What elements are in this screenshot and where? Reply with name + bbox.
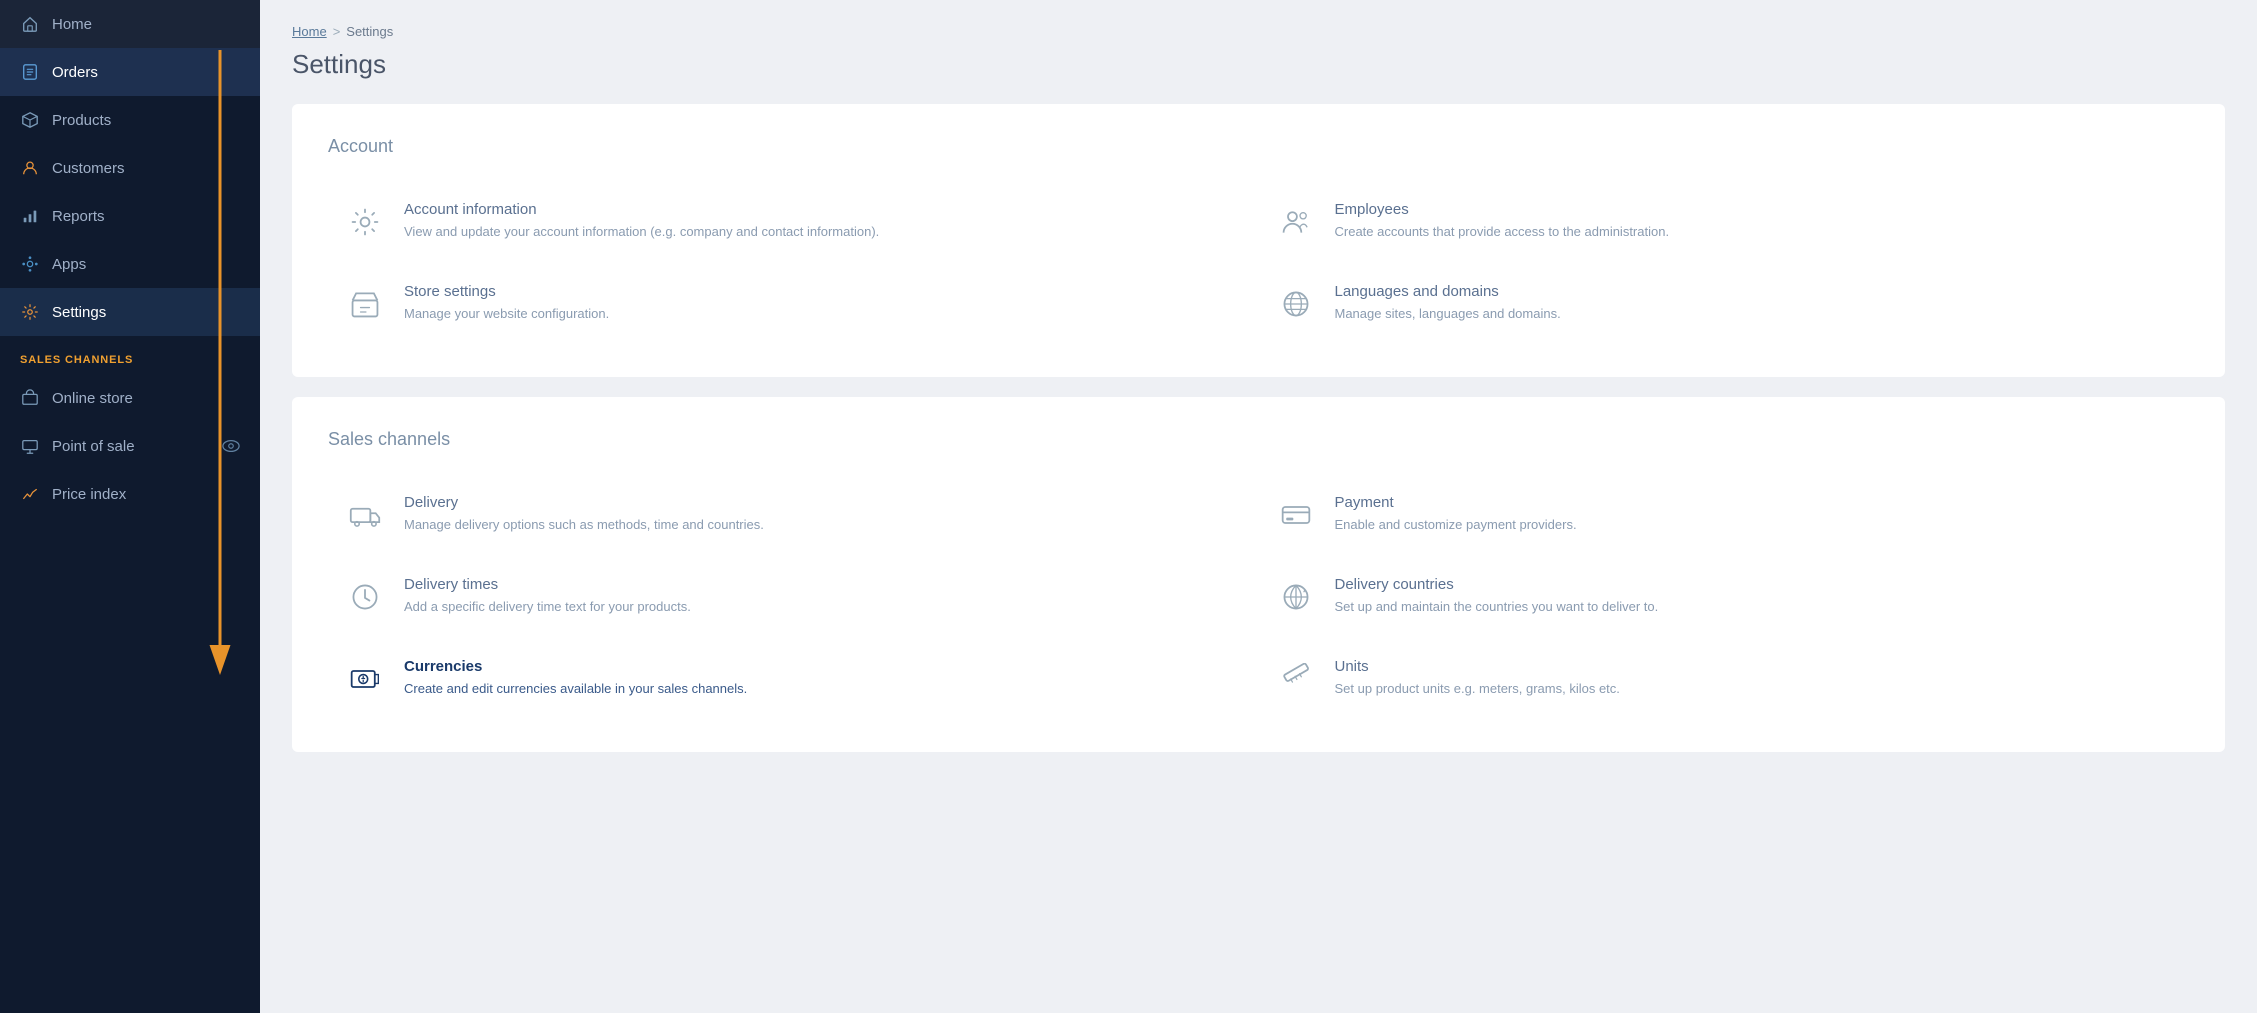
employees-item[interactable]: Employees Create accounts that provide a… <box>1259 181 2190 263</box>
delivery-countries-desc: Set up and maintain the countries you wa… <box>1335 597 1659 617</box>
employees-text: Employees Create accounts that provide a… <box>1335 201 1670 242</box>
store-settings-desc: Manage your website configuration. <box>404 304 609 324</box>
units-item[interactable]: Units Set up product units e.g. meters, … <box>1259 638 2190 720</box>
delivery-countries-text: Delivery countries Set up and maintain t… <box>1335 576 1659 617</box>
payment-text: Payment Enable and customize payment pro… <box>1335 494 1577 535</box>
breadcrumb: Home > Settings <box>292 24 2225 39</box>
account-settings-grid: Account information View and update your… <box>328 181 2189 345</box>
pos-icon <box>20 436 40 456</box>
breadcrumb-home[interactable]: Home <box>292 24 327 39</box>
sidebar-item-apps-label: Apps <box>52 256 86 273</box>
units-title: Units <box>1335 658 1620 675</box>
currencies-item[interactable]: Currencies Create and edit currencies av… <box>328 638 1259 720</box>
languages-domains-title: Languages and domains <box>1335 283 1561 300</box>
main-content: Home > Settings Settings Account Account… <box>260 0 2257 1013</box>
customers-icon <box>20 158 40 178</box>
employees-title: Employees <box>1335 201 1670 218</box>
sidebar-item-pos[interactable]: Point of sale <box>0 422 260 470</box>
sidebar-item-reports-label: Reports <box>52 208 105 225</box>
sidebar-item-online-store-label: Online store <box>52 390 133 407</box>
page-title: Settings <box>292 49 2225 80</box>
settings-icon <box>20 302 40 322</box>
account-info-text: Account information View and update your… <box>404 201 879 242</box>
breadcrumb-current: Settings <box>346 24 393 39</box>
sales-channels-card: Sales channels Delivery Manage delivery … <box>292 397 2225 752</box>
sidebar-item-customers[interactable]: Customers <box>0 144 260 192</box>
delivery-countries-title: Delivery countries <box>1335 576 1659 593</box>
sidebar-item-price-index-label: Price index <box>52 486 126 503</box>
delivery-text: Delivery Manage delivery options such as… <box>404 494 764 535</box>
eye-icon[interactable] <box>222 439 240 453</box>
languages-domains-item[interactable]: Languages and domains Manage sites, lang… <box>1259 263 2190 345</box>
gear-icon <box>344 201 386 243</box>
employees-desc: Create accounts that provide access to t… <box>1335 222 1670 242</box>
sales-channels-header: SALES CHANNELS <box>0 336 260 374</box>
currencies-icon <box>344 658 386 700</box>
payment-item[interactable]: Payment Enable and customize payment pro… <box>1259 474 2190 556</box>
sidebar-item-price-index[interactable]: Price index <box>0 470 260 518</box>
store-settings-text: Store settings Manage your website confi… <box>404 283 609 324</box>
languages-domains-text: Languages and domains Manage sites, lang… <box>1335 283 1561 324</box>
sidebar-item-customers-label: Customers <box>52 160 125 177</box>
clock-icon <box>344 576 386 618</box>
delivery-times-text: Delivery times Add a specific delivery t… <box>404 576 691 617</box>
sales-channels-section-title: Sales channels <box>328 429 2189 450</box>
orders-icon <box>20 62 40 82</box>
sidebar-item-products-label: Products <box>52 112 111 129</box>
globe-icon <box>1275 283 1317 325</box>
currencies-desc: Create and edit currencies available in … <box>404 679 747 699</box>
reports-icon <box>20 206 40 226</box>
price-index-icon <box>20 484 40 504</box>
delivery-times-item[interactable]: Delivery times Add a specific delivery t… <box>328 556 1259 638</box>
sidebar-item-orders[interactable]: Orders <box>0 48 260 96</box>
delivery-countries-item[interactable]: Delivery countries Set up and maintain t… <box>1259 556 2190 638</box>
account-info-title: Account information <box>404 201 879 218</box>
account-card: Account Account information View and upd… <box>292 104 2225 377</box>
languages-domains-desc: Manage sites, languages and domains. <box>1335 304 1561 324</box>
apps-icon <box>20 254 40 274</box>
sidebar-item-home-label: Home <box>52 16 92 33</box>
online-store-icon <box>20 388 40 408</box>
delivery-item[interactable]: Delivery Manage delivery options such as… <box>328 474 1259 556</box>
delivery-times-desc: Add a specific delivery time text for yo… <box>404 597 691 617</box>
store-settings-item[interactable]: Store settings Manage your website confi… <box>328 263 1259 345</box>
currencies-text: Currencies Create and edit currencies av… <box>404 658 747 699</box>
sidebar-item-products[interactable]: Products <box>0 96 260 144</box>
sidebar-item-reports[interactable]: Reports <box>0 192 260 240</box>
sidebar-item-apps[interactable]: Apps <box>0 240 260 288</box>
store-settings-icon <box>344 283 386 325</box>
sidebar-item-online-store[interactable]: Online store <box>0 374 260 422</box>
breadcrumb-separator: > <box>333 24 341 39</box>
sidebar: Home Orders Products Customers <box>0 0 260 1013</box>
ruler-icon <box>1275 658 1317 700</box>
units-text: Units Set up product units e.g. meters, … <box>1335 658 1620 699</box>
home-icon <box>20 14 40 34</box>
products-icon <box>20 110 40 130</box>
account-info-item[interactable]: Account information View and update your… <box>328 181 1259 263</box>
payment-title: Payment <box>1335 494 1577 511</box>
sidebar-item-settings[interactable]: Settings <box>0 288 260 336</box>
sidebar-item-settings-label: Settings <box>52 304 106 321</box>
delivery-times-title: Delivery times <box>404 576 691 593</box>
globe-delivery-icon <box>1275 576 1317 618</box>
store-settings-title: Store settings <box>404 283 609 300</box>
sales-channels-settings-grid: Delivery Manage delivery options such as… <box>328 474 2189 720</box>
units-desc: Set up product units e.g. meters, grams,… <box>1335 679 1620 699</box>
employees-icon <box>1275 201 1317 243</box>
payment-desc: Enable and customize payment providers. <box>1335 515 1577 535</box>
sidebar-item-orders-label: Orders <box>52 64 98 81</box>
account-info-desc: View and update your account information… <box>404 222 879 242</box>
delivery-icon <box>344 494 386 536</box>
currencies-title: Currencies <box>404 658 747 675</box>
sidebar-item-pos-label: Point of sale <box>52 438 135 455</box>
sidebar-item-home[interactable]: Home <box>0 0 260 48</box>
delivery-title: Delivery <box>404 494 764 511</box>
delivery-desc: Manage delivery options such as methods,… <box>404 515 764 535</box>
payment-icon <box>1275 494 1317 536</box>
account-section-title: Account <box>328 136 2189 157</box>
